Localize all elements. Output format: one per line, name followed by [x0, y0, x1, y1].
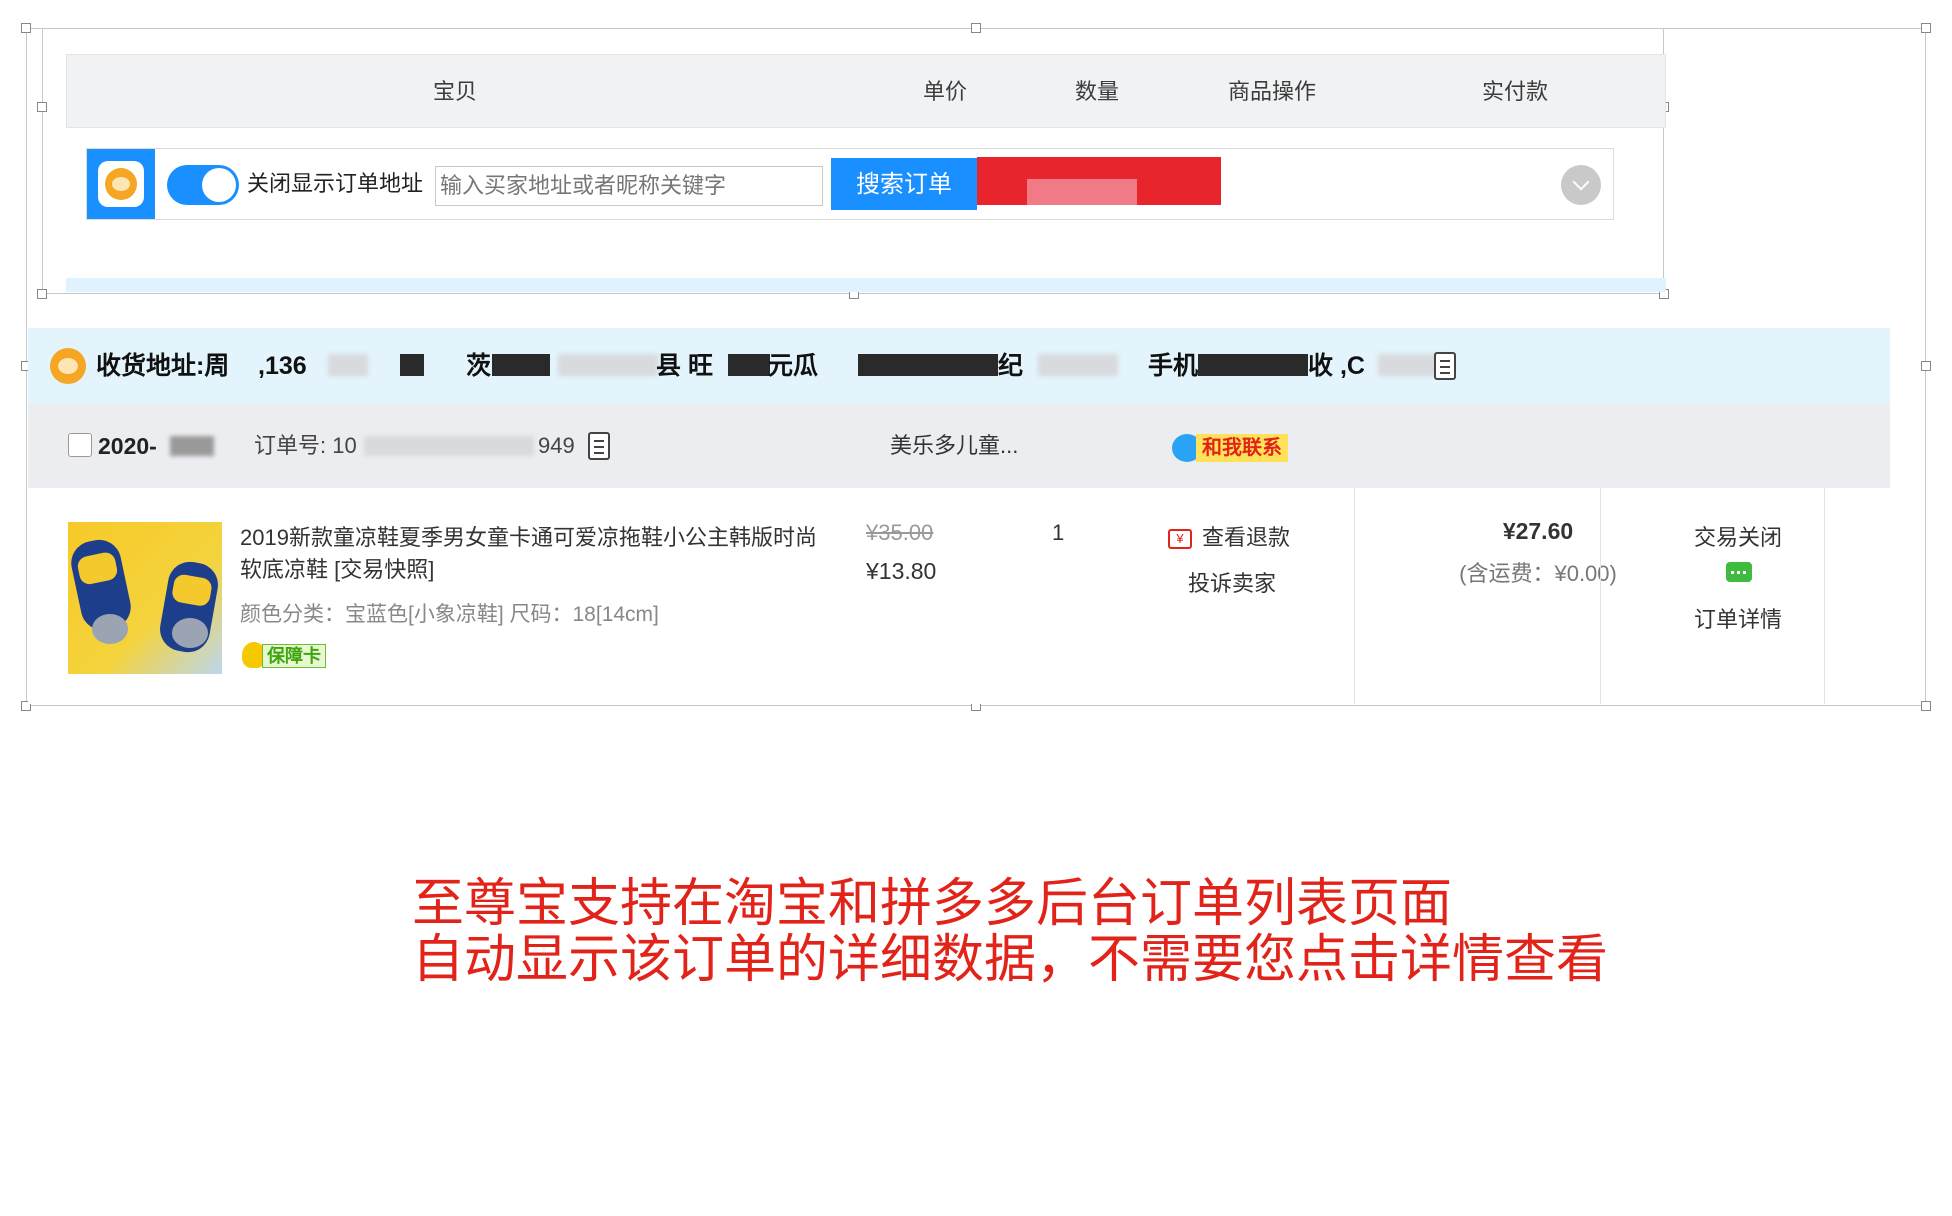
- contact-seller-label: 和我联系: [1196, 434, 1288, 462]
- order-header-row: 2020- 订单号: 10 949 美乐多儿童... 和我联系: [28, 404, 1890, 488]
- column-divider: [1824, 488, 1825, 704]
- column-header-item: 宝贝: [432, 79, 478, 104]
- caption-line-2: 自动显示该订单的详细数据，不需要您点击详情查看: [412, 930, 1609, 990]
- redacted-block: [400, 354, 424, 376]
- redacted-block: [858, 354, 998, 376]
- toolbar-bottom-strip: [66, 278, 1666, 292]
- address-fragment: ,136: [258, 352, 307, 380]
- column-divider: [1354, 488, 1355, 704]
- search-orders-button[interactable]: 搜索订单: [831, 158, 977, 210]
- caption-line-1: 至尊宝支持在淘宝和拼多多后台订单列表页面: [412, 874, 1453, 934]
- redacted-block: [1198, 354, 1308, 376]
- address-fragment: 手机: [1148, 352, 1199, 380]
- unit-price: ¥13.80: [866, 558, 937, 584]
- blurred-text: [558, 354, 658, 376]
- order-date: 2020-: [98, 433, 157, 459]
- shop-name[interactable]: 美乐多儿童...: [890, 404, 1018, 488]
- order-search-input[interactable]: [435, 166, 823, 206]
- product-spec: 颜色分类：宝蓝色[小象凉鞋] 尺码：18[14cm]: [240, 603, 659, 626]
- shipping-address-row: 收货地址:周 ,136 茨 县 旺 元瓜 纪 手机 收 ,C: [28, 328, 1890, 404]
- address-fragment: 茨: [466, 352, 492, 380]
- blurred-text: [170, 436, 214, 456]
- order-status: 交易关闭: [1693, 525, 1782, 550]
- product-thumbnail[interactable]: [68, 522, 222, 674]
- show-address-toggle[interactable]: [167, 165, 239, 205]
- resize-handle[interactable]: [37, 289, 47, 299]
- plugin-toolbar: 关闭显示订单地址 搜索订单: [86, 148, 1614, 220]
- resize-handle[interactable]: [1921, 701, 1931, 711]
- guarantee-badge-label: 保障卡: [262, 644, 326, 668]
- redacted-block: [728, 354, 770, 376]
- view-refund-label: 查看退款: [1202, 525, 1291, 550]
- refund-yen-icon: ¥: [1168, 529, 1192, 550]
- resize-handle[interactable]: [37, 102, 47, 112]
- order-table-header: 宝贝 单价 数量 商品操作 实付款: [66, 54, 1666, 128]
- column-header-quantity: 数量: [1074, 79, 1120, 104]
- order-number-tail: 949: [538, 433, 575, 458]
- blurred-text: [1038, 354, 1118, 376]
- column-header-item-actions: 商品操作: [1227, 79, 1317, 104]
- resize-handle[interactable]: [1921, 361, 1931, 371]
- total-paid: ¥27.60: [1502, 518, 1574, 544]
- avatar-icon: [50, 348, 86, 384]
- address-fragment: 县 旺: [656, 352, 713, 380]
- chevron-down-icon[interactable]: [1561, 165, 1601, 205]
- promo-caption: 至尊宝支持在淘宝和拼多多后台订单列表页面 自动显示该订单的详细数据，不需要您点击…: [412, 876, 1712, 988]
- shipping-address-label: 收货地址:周: [96, 352, 230, 380]
- resize-handle[interactable]: [21, 23, 31, 33]
- address-fragment: 收 ,C: [1308, 352, 1365, 380]
- message-icon[interactable]: [1726, 562, 1752, 582]
- plugin-logo-icon[interactable]: [87, 149, 155, 219]
- column-header-price: 单价: [922, 79, 968, 104]
- quantity: 1: [1052, 520, 1065, 545]
- address-fragment: 元瓜: [768, 352, 819, 380]
- address-fragment: 纪: [998, 352, 1024, 380]
- toggle-knob: [202, 168, 236, 202]
- shipping-fee: (含运费：¥0.00): [1459, 561, 1617, 586]
- copy-address-icon[interactable]: [1434, 352, 1456, 380]
- blurred-text: [364, 436, 534, 456]
- original-price: ¥35.00: [866, 520, 934, 545]
- copy-order-number-icon[interactable]: [588, 432, 610, 460]
- product-title-link[interactable]: 2019新款童凉鞋夏季男女童卡通可爱凉拖鞋小公主韩版时尚软底凉鞋 [交易快照]: [240, 522, 830, 586]
- column-divider: [1600, 488, 1601, 704]
- column-header-paid: 实付款: [1481, 79, 1549, 104]
- order-detail-link[interactable]: 订单详情: [1638, 602, 1838, 634]
- view-refund-link[interactable]: ¥ 查看退款: [1168, 520, 1290, 552]
- redacted-area: [1027, 179, 1137, 205]
- order-select-checkbox[interactable]: [68, 433, 92, 457]
- redacted-block: [492, 354, 550, 376]
- resize-handle[interactable]: [971, 23, 981, 33]
- resize-handle[interactable]: [1921, 23, 1931, 33]
- order-item-row: 2019新款童凉鞋夏季男女童卡通可爱凉拖鞋小公主韩版时尚软底凉鞋 [交易快照] …: [28, 488, 1890, 704]
- blurred-text: [328, 354, 368, 376]
- toggle-label: 关闭显示订单地址: [247, 171, 424, 196]
- complain-seller-link[interactable]: 投诉卖家: [1188, 566, 1276, 598]
- order-number-label: 订单号: 10: [254, 433, 357, 458]
